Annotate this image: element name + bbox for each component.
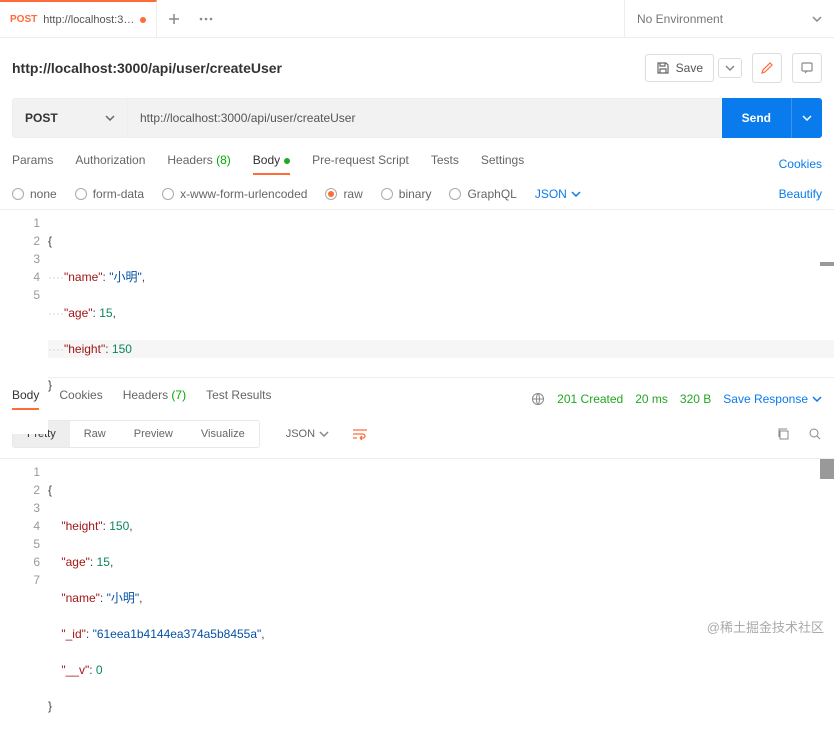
new-tab-button[interactable] (167, 12, 181, 26)
request-tab[interactable]: POST http://localhost:3… (0, 0, 157, 37)
tab-method-badge: POST (10, 14, 37, 25)
watermark: @稀土掘金技术社区 (707, 617, 824, 636)
save-button[interactable]: Save (645, 54, 714, 82)
body-type-graphql[interactable]: GraphQL (449, 187, 516, 201)
body-type-raw[interactable]: raw (325, 187, 362, 201)
response-body-viewer[interactable]: 1 2 3 4 5 6 7 { "height": 150, "age": 15… (0, 458, 834, 755)
url-value: http://localhost:3000/api/user/createUse… (140, 111, 355, 125)
body-type-none[interactable]: none (12, 187, 57, 201)
tab-authorization[interactable]: Authorization (75, 153, 145, 175)
tab-body[interactable]: Body (253, 153, 290, 175)
cookies-link[interactable]: Cookies (779, 157, 822, 171)
chevron-down-icon (812, 16, 822, 22)
save-menu-button[interactable] (718, 58, 742, 78)
comments-icon-button[interactable] (792, 53, 822, 83)
tab-params[interactable]: Params (12, 153, 53, 175)
resp-tab-tests[interactable]: Test Results (206, 388, 271, 410)
request-body-editor[interactable]: 1 2 3 4 5 { ····"name": "小明", ····"age":… (0, 209, 834, 377)
tab-title: http://localhost:3… (43, 14, 134, 26)
environment-label: No Environment (637, 12, 723, 26)
save-label: Save (676, 61, 703, 75)
url-input[interactable]: http://localhost:3000/api/user/createUse… (127, 98, 722, 138)
chevron-down-icon (571, 191, 581, 197)
body-indicator-icon (284, 158, 290, 164)
beautify-link[interactable]: Beautify (779, 187, 822, 201)
unsaved-dot-icon (140, 17, 146, 23)
body-type-xform[interactable]: x-www-form-urlencoded (162, 187, 307, 201)
body-lang-select[interactable]: JSON (535, 187, 581, 201)
send-menu-button[interactable] (791, 98, 822, 138)
edit-icon-button[interactable] (752, 53, 782, 83)
send-button[interactable]: Send (722, 98, 791, 138)
save-icon (656, 61, 670, 75)
tab-settings[interactable]: Settings (481, 153, 524, 175)
chevron-down-icon (105, 115, 115, 121)
environment-select[interactable]: No Environment (624, 0, 834, 37)
request-title: http://localhost:3000/api/user/createUse… (12, 60, 635, 76)
method-value: POST (25, 111, 58, 125)
body-type-formdata[interactable]: form-data (75, 187, 144, 201)
method-select[interactable]: POST (12, 98, 127, 138)
resp-tab-headers[interactable]: Headers (7) (123, 388, 186, 410)
tab-prerequest[interactable]: Pre-request Script (312, 153, 409, 175)
body-type-binary[interactable]: binary (381, 187, 432, 201)
tab-tests[interactable]: Tests (431, 153, 459, 175)
resp-tab-cookies[interactable]: Cookies (59, 388, 102, 410)
tab-headers[interactable]: Headers (8) (167, 153, 230, 175)
tab-menu-icon[interactable] (199, 17, 213, 21)
resp-tab-body[interactable]: Body (12, 388, 39, 410)
